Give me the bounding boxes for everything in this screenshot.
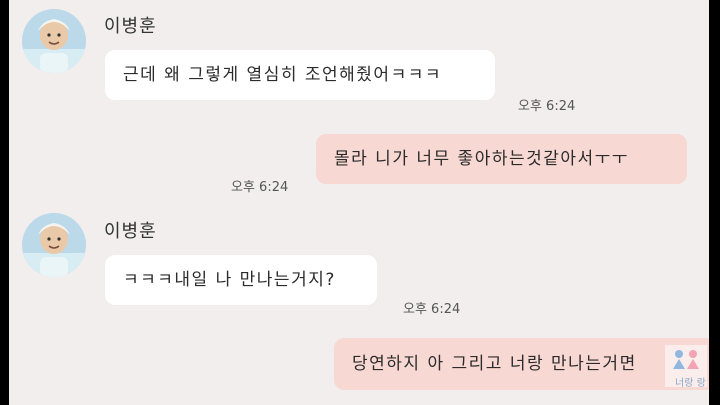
- incoming-message-bubble[interactable]: ㅋㅋㅋ내일 나 만나는거지?: [105, 255, 377, 305]
- outgoing-message-bubble[interactable]: 몰라 니가 너무 좋아하는것같아서ㅜㅜ: [316, 134, 687, 184]
- message-text: 몰라 니가 너무 좋아하는것같아서ㅜㅜ: [334, 148, 629, 169]
- message-timestamp: 오후 6:24: [231, 180, 289, 195]
- chat-screen: 이병훈 근데 왜 그렇게 열심히 조언해줬어ㅋㅋㅋ 오후 6:24 몰라 니가 …: [9, 0, 709, 405]
- message-timestamp: 오후 6:24: [518, 99, 576, 114]
- sender-name: 이병훈: [104, 16, 157, 37]
- message-timestamp: 오후 6:24: [403, 302, 461, 317]
- sender-name: 이병훈: [104, 221, 157, 242]
- video-frame: 이병훈 근데 왜 그렇게 열심히 조언해줬어ㅋㅋㅋ 오후 6:24 몰라 니가 …: [0, 0, 720, 405]
- incoming-message-bubble[interactable]: 근데 왜 그렇게 열심히 조언해줬어ㅋㅋㅋ: [105, 50, 495, 100]
- outgoing-message-bubble[interactable]: 당연하지 아 그리고 너랑 만나는거면: [334, 338, 709, 390]
- profile-photo-icon: [22, 213, 86, 277]
- message-text: 당연하지 아 그리고 너랑 만나는거면: [352, 353, 637, 374]
- sender-avatar[interactable]: [22, 213, 86, 277]
- profile-photo-icon: [22, 9, 86, 73]
- message-text: 근데 왜 그렇게 열심히 조언해줬어ㅋㅋㅋ: [123, 64, 442, 85]
- sender-avatar[interactable]: [22, 9, 86, 73]
- channel-logo-label: 너랑 랑: [675, 378, 706, 389]
- message-text: ㅋㅋㅋ내일 나 만나는거지?: [123, 269, 336, 290]
